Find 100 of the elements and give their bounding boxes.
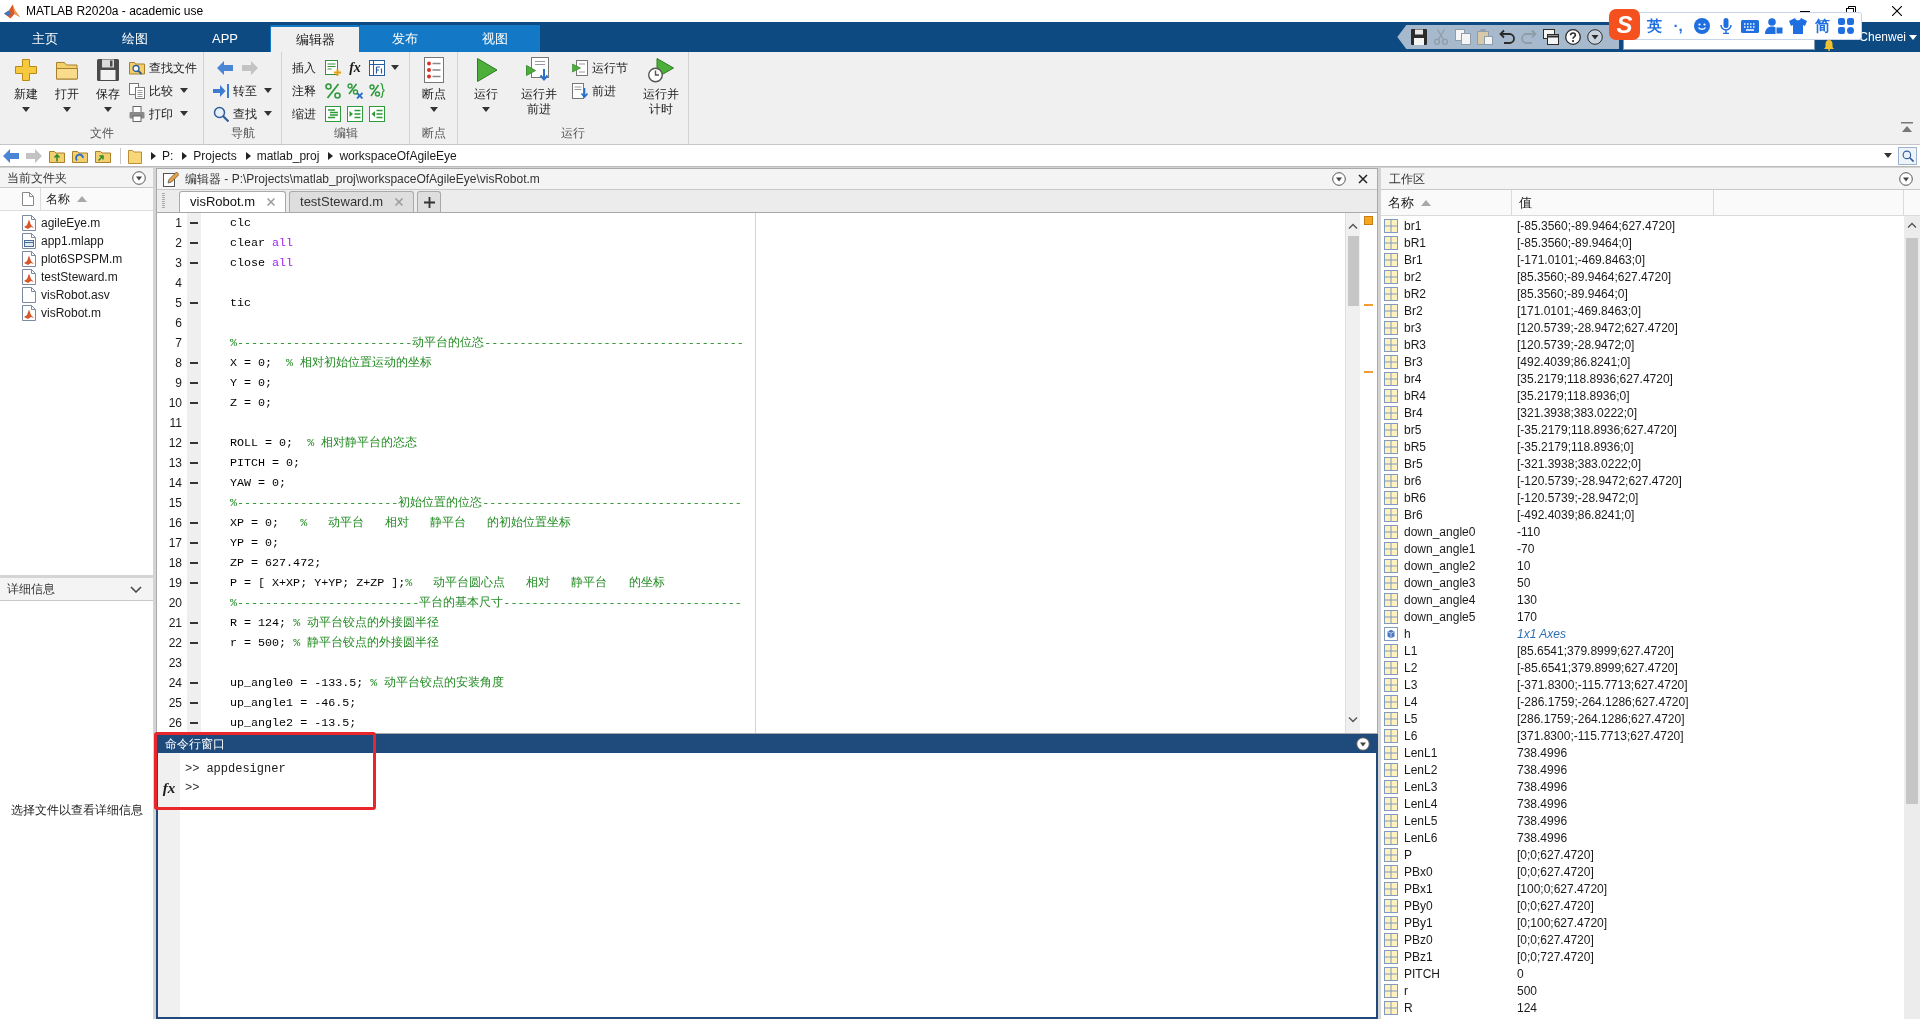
variable-name: PBy0: [1404, 898, 1433, 913]
line-number: 24: [168, 675, 182, 692]
variable-name: PBz0: [1404, 932, 1433, 947]
variable-value: [492.4039;86.8241;0]: [1517, 354, 1631, 369]
variable-value: [0;0;627.4720]: [1517, 898, 1594, 913]
variable-value: 10: [1517, 558, 1531, 573]
variable-name: L4: [1404, 694, 1418, 709]
variable-name: LenL3: [1404, 779, 1438, 794]
variable-value: [171.0101;-469.8463;0]: [1517, 303, 1642, 318]
variable-value: 738.4996: [1517, 796, 1568, 811]
variable-name: PBy1: [1404, 915, 1433, 930]
code-line: ZP = 627.472;: [230, 556, 322, 570]
line-number: 10: [168, 395, 182, 412]
line-number: 6: [175, 315, 182, 332]
variable-value: 738.4996: [1517, 830, 1568, 845]
variable-value: [120.5739;-28.9472;0]: [1517, 337, 1635, 352]
variable-name: PBx0: [1404, 864, 1433, 879]
line-number: 21: [168, 615, 182, 632]
variable-value: [-120.5739;-28.9472;627.4720]: [1517, 473, 1682, 488]
variable-name: bR2: [1404, 286, 1426, 301]
variable-name: down_angle4: [1404, 592, 1476, 607]
variable-value: 0: [1517, 966, 1524, 981]
variable-value: 738.4996: [1517, 779, 1568, 794]
variable-name: L2: [1404, 660, 1418, 675]
panel-title: 命令行窗口: [165, 735, 225, 753]
code-line: %--------------------------平台的基本尺寸----------------------------------: [230, 596, 742, 610]
comment-label: 注释: [292, 82, 316, 100]
variable-value: 738.4996: [1517, 762, 1568, 777]
variable-name: bR6: [1404, 490, 1426, 505]
line-number: 8: [175, 355, 182, 372]
variable-name: PBx1: [1404, 881, 1433, 896]
variable-name: LenL6: [1404, 830, 1438, 845]
variable-name: br2: [1404, 269, 1422, 284]
command-prompt: >>: [185, 779, 200, 797]
code-line: %-------------------------动平台的位恣-------------------------------------: [230, 336, 744, 350]
variable-value: [286.1759;-264.1286;627.4720]: [1517, 711, 1685, 726]
variable-name: L6: [1404, 728, 1418, 743]
variable-name: br6: [1404, 473, 1422, 488]
variable-name: Br6: [1404, 507, 1423, 522]
line-number: 22: [168, 635, 182, 652]
variable-name: down_angle2: [1404, 558, 1476, 573]
line-number: 4: [175, 275, 182, 292]
ribbon-group-label: 导航: [230, 126, 255, 142]
variable-value: [-35.2179;118.8936;0]: [1517, 439, 1634, 454]
variable-name: Br2: [1404, 303, 1423, 318]
variable-value: [0;0;627.4720]: [1517, 847, 1594, 862]
variable-name: bR4: [1404, 388, 1426, 403]
indent-label: 缩进: [292, 105, 316, 123]
variable-name: Br5: [1404, 456, 1423, 471]
variable-value: -70: [1517, 541, 1535, 556]
variable-value: 1x1 Axes: [1517, 626, 1566, 641]
command-text: appdesigner: [206, 760, 286, 778]
variable-name: Br3: [1404, 354, 1423, 369]
variable-value: 500: [1517, 983, 1538, 998]
line-number: 14: [168, 475, 182, 492]
line-number: 23: [168, 655, 182, 672]
variable-value: [85.3560;-89.9464;0]: [1517, 286, 1628, 301]
panel-title: 编辑器 - P:\Projects\matlab_proj\workspaceOfAgileEye\visRobot.m: [185, 171, 540, 188]
code-line: Y = 0;: [230, 376, 273, 390]
window-title: MATLAB R2020a - academic use: [26, 3, 204, 19]
panel-title: 工作区: [1389, 170, 1425, 188]
variable-value: [35.2179;118.8936;0]: [1517, 388, 1630, 403]
variable-value: 738.4996: [1517, 745, 1568, 760]
variable-value: [-492.4039;86.8241;0]: [1517, 507, 1635, 522]
code-line: ROLL = 0; % 相对静平台的恣态: [230, 436, 418, 450]
variable-value: [-35.2179;118.8936;627.4720]: [1517, 422, 1677, 437]
panel-title: 当前文件夹: [7, 169, 67, 187]
variable-name: h: [1404, 626, 1411, 641]
code-line: tic: [230, 296, 252, 310]
variable-name: LenL1: [1404, 745, 1438, 760]
ribbon-group-label: 运行: [561, 126, 585, 142]
code-line: XP = 0; % 动平台 相对 静平台 的初始位置坐标: [230, 516, 572, 530]
line-number: 19: [168, 575, 182, 592]
variable-value: [120.5739;-28.9472;627.4720]: [1517, 320, 1678, 335]
variable-value: [100;0;627.4720]: [1517, 881, 1608, 896]
code-line: P = [ X+XP; Y+YP; Z+ZP ];% 动平台圆心点 相对 静平台 的坐标: [230, 576, 665, 590]
variable-value: [-171.0101;-469.8463;0]: [1517, 252, 1646, 267]
variable-name: PBz1: [1404, 949, 1433, 964]
variable-value: [371.8300;-115.7713;627.4720]: [1517, 728, 1684, 743]
variable-name: down_angle0: [1404, 524, 1476, 539]
line-number: 7: [175, 335, 182, 352]
line-number: 11: [169, 415, 182, 432]
code-line: up_angle2 = -13.5;: [230, 716, 357, 730]
line-number: 3: [175, 255, 182, 272]
variable-name: L1: [1404, 643, 1418, 658]
variable-name: Br4: [1404, 405, 1423, 420]
variable-name: LenL5: [1404, 813, 1438, 828]
variable-name: P: [1404, 847, 1412, 862]
variable-value: [-371.8300;-115.7713;627.4720]: [1517, 677, 1688, 692]
ribbon-group-label: 文件: [89, 126, 114, 142]
variable-name: br3: [1404, 320, 1422, 335]
insert-label: 插入: [292, 59, 316, 77]
line-number: 17: [168, 535, 182, 552]
variable-value: [85.3560;-89.9464;627.4720]: [1517, 269, 1672, 284]
variable-name: LenL4: [1404, 796, 1438, 811]
variable-value: -110: [1517, 524, 1541, 539]
variable-value: 124: [1517, 1000, 1538, 1015]
variable-value: [-85.3560;-89.9464;0]: [1517, 235, 1632, 250]
variable-name: down_angle3: [1404, 575, 1476, 590]
line-number: 13: [168, 455, 182, 472]
